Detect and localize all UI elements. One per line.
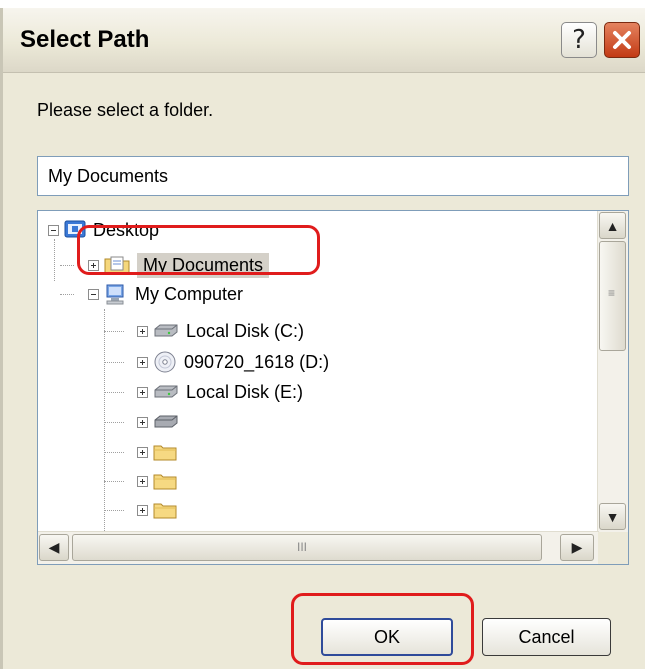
ok-button[interactable]: OK [321,618,453,656]
expand-toggle[interactable] [137,504,148,516]
horizontal-scrollbar[interactable]: ◀ III ▶ [38,531,599,564]
tree-item-label: Desktop [93,219,160,240]
expand-toggle[interactable] [137,386,148,398]
tree-item-folder[interactable] [137,496,184,524]
tree-connector [104,331,124,332]
tree-connector [104,510,124,511]
tree-connector [104,481,124,482]
tree-item-local-disk-e[interactable]: Local Disk (E:) [137,378,303,406]
tree-item-drive[interactable] [137,408,186,436]
help-button[interactable]: ? [561,22,597,58]
tree-connector [104,392,124,393]
close-button[interactable] [604,22,640,58]
expand-toggle[interactable] [137,356,148,368]
scroll-right-button[interactable]: ▶ [560,534,594,561]
tree-item-my-computer[interactable]: My Computer [88,280,243,308]
hard-drive-icon [154,385,178,398]
grip-icon: III [297,540,308,554]
collapse-toggle[interactable] [88,288,99,300]
help-icon: ? [572,25,586,55]
arrow-down-icon: ▼ [605,508,620,525]
expand-toggle[interactable] [137,446,148,458]
tree-item-folder[interactable] [137,438,184,466]
arrow-left-icon: ◀ [48,539,60,555]
close-icon [613,31,631,49]
dialog-title: Select Path [20,26,150,53]
horizontal-scroll-thumb[interactable]: III [72,534,542,561]
tree-item-folder[interactable] [137,467,184,495]
expand-toggle[interactable] [137,325,148,337]
tree-connector [54,239,55,281]
hard-drive-icon [154,415,178,428]
prompt-label: Please select a folder. [37,100,214,120]
cancel-button[interactable]: Cancel [482,618,611,656]
arrow-right-icon: ▶ [571,539,583,555]
cd-drive-icon [154,351,176,373]
expand-toggle[interactable] [137,416,148,428]
folder-path-input[interactable] [37,156,629,196]
folder-icon [153,445,177,461]
tree-connector [104,452,124,453]
title-bar[interactable]: Select Path ? [3,8,645,73]
tree-item-cd-drive-d[interactable]: 090720_1618 (D:) [137,348,329,376]
tree-item-label: My Computer [135,283,244,304]
my-documents-folder-icon [104,256,130,275]
scroll-up-button[interactable]: ▲ [599,212,626,239]
grip-icon: ≡ [608,286,616,300]
tree-item-label: My Documents [137,252,270,278]
folder-tree[interactable]: Desktop My Documents My Computer Local D… [37,210,629,565]
tree-connector [104,309,105,537]
expand-toggle[interactable] [88,259,99,271]
tree-connector [104,362,124,363]
tree-item-desktop[interactable]: Desktop [48,216,159,244]
arrow-up-icon: ▲ [605,217,620,234]
tree-connector [60,294,74,295]
expand-toggle[interactable] [137,475,148,487]
tree-item-label: Local Disk (C:) [186,320,305,341]
vertical-scroll-thumb[interactable]: ≡ [599,241,626,351]
tree-connector [60,265,74,266]
my-computer-icon [106,284,124,305]
tree-item-local-disk-c[interactable]: Local Disk (C:) [137,317,304,345]
scroll-down-button[interactable]: ▼ [599,503,626,530]
folder-icon [153,474,177,490]
tree-item-label: 090720_1618 (D:) [184,351,330,372]
desktop-icon [64,220,86,238]
tree-connector [104,422,124,423]
scrollbar-corner [598,532,628,564]
folder-icon [153,503,177,519]
select-path-dialog: Select Path ? Please select a folder. My… [0,8,645,669]
tree-item-label: Local Disk (E:) [186,381,304,402]
vertical-scrollbar[interactable]: ▲ ≡ ▼ [597,211,628,532]
hard-drive-icon [154,324,178,337]
scroll-left-button[interactable]: ◀ [39,534,69,561]
collapse-toggle[interactable] [48,224,59,236]
tree-item-my-documents[interactable]: My Documents [88,251,270,279]
